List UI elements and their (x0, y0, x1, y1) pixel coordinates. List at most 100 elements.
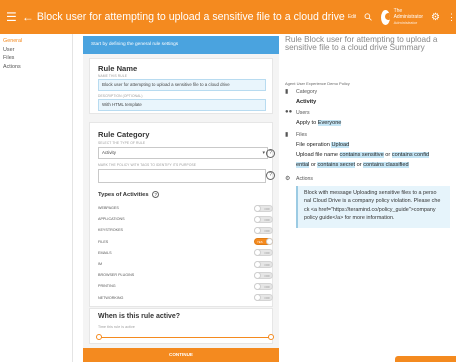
rule-type-select[interactable]: Activity ▾ (98, 147, 268, 159)
activity-toggle[interactable]: OFF (254, 226, 273, 234)
continue-button[interactable]: CONTINUE (83, 348, 279, 362)
activity-label: WEBPAGES (98, 206, 119, 210)
users-heading: Users (296, 110, 310, 116)
description-input[interactable]: With HTML template (98, 99, 266, 111)
toggle-knob (254, 294, 261, 302)
toggle-knob (254, 226, 261, 234)
files-operation-line: File operation Upload (296, 142, 350, 148)
activity-row: IM OFF (98, 259, 273, 269)
rule-category-card: Rule Category SELECT THE TYPE OF RULE Ac… (89, 122, 275, 307)
page-title: Block user for attempting to upload a se… (36, 11, 357, 23)
toggle-state: OFF (264, 284, 270, 289)
category-value: Activity (296, 99, 317, 105)
activity-toggle[interactable]: OFF (254, 271, 273, 279)
action-message: Block with message Uploading sensitive f… (304, 190, 441, 222)
activity-label: NETWORKING (98, 295, 124, 300)
nav-divider (72, 34, 73, 362)
activity-toggle[interactable]: YES (254, 238, 273, 246)
summary-title: Rule Block user for attempting to upload… (285, 35, 438, 53)
toggle-state: OFF (264, 273, 270, 278)
nav-item-general[interactable]: General (0, 37, 72, 46)
activity-row: KEYSTROKES OFF (98, 225, 273, 235)
rule-active-card: When is this rule active? Time this rule… (89, 308, 274, 344)
more-menu-icon[interactable]: ⋮ (447, 12, 456, 23)
activity-label: APPLICATIONS (98, 217, 125, 222)
rule-name-label: NAME THIS RULE (98, 74, 128, 78)
toggle-state: OFF (264, 251, 270, 256)
form-banner: Start by defining the general rule setti… (83, 36, 279, 54)
back-arrow-icon[interactable]: ← (22, 10, 34, 24)
activity-label: FILES (98, 239, 109, 244)
toggle-state: OFF (264, 206, 270, 211)
nav-item-actions[interactable]: Actions (0, 63, 72, 72)
files-condition-line-1: Upload file name contains sensitive or c… (296, 152, 430, 158)
users-line: Apply to Everyone (296, 120, 342, 126)
document-icon: ▮ (285, 89, 289, 95)
activity-label: PRINTING (98, 284, 116, 289)
toggle-state: YES (257, 240, 263, 245)
toggle-knob (254, 282, 261, 290)
activity-label: BROWSER PLUGINS (98, 273, 135, 278)
corner-button[interactable] (395, 356, 456, 362)
hamburger-menu-icon[interactable]: ☰ (6, 11, 18, 23)
description-label: DESCRIPTION (OPTIONAL) (98, 94, 143, 98)
toggle-state: OFF (264, 217, 270, 222)
toggle-state: OFF (264, 228, 270, 233)
activity-label: KEYSTROKES (98, 228, 124, 233)
help-icon[interactable]: ? (152, 191, 160, 198)
toggle-state: OFF (264, 296, 270, 301)
files-heading: Files (296, 132, 307, 138)
user-name[interactable]: The Administrator Administrator (394, 8, 423, 26)
activity-toggle[interactable]: OFF (254, 260, 273, 268)
activity-row: PRINTING OFF (98, 281, 273, 291)
top-bar: ☰ ← Block user for attempting to upload … (0, 0, 456, 34)
activity-label: EMAILS (98, 250, 112, 255)
activity-row: EMAILS OFF (98, 248, 273, 258)
files-condition-line-2: ential or contains secret or contains cl… (296, 162, 409, 168)
activity-toggle[interactable]: OFF (254, 294, 273, 302)
toggle-state: OFF (264, 262, 270, 267)
time-slider-start-handle[interactable] (96, 334, 102, 340)
rule-type-label: SELECT THE TYPE OF RULE (98, 141, 146, 145)
help-icon[interactable]: ? (266, 149, 275, 158)
time-slider-track[interactable] (99, 337, 271, 338)
rule-category-title: Rule Category (98, 130, 150, 139)
summary-subtitle: Agent User Experience Demo Policy (285, 81, 350, 86)
rule-active-title: When is this rule active? (98, 313, 181, 320)
activity-toggle[interactable]: OFF (254, 282, 273, 290)
nav-item-files[interactable]: Files (0, 54, 72, 63)
activity-row: BROWSER PLUGINS OFF (98, 270, 273, 280)
toggle-knob (254, 249, 261, 257)
action-message-box: Block with message Uploading sensitive f… (296, 186, 450, 228)
help-icon[interactable]: ? (266, 171, 275, 180)
toggle-knob (266, 238, 273, 246)
file-icon: ▮ (285, 132, 289, 138)
time-slider-end-handle[interactable] (268, 334, 274, 340)
activity-row: NETWORKING OFF (98, 293, 273, 303)
rule-form: Start by defining the general rule setti… (83, 36, 279, 362)
activities-title: Types of Activities ? (98, 191, 160, 198)
activity-toggle[interactable]: OFF (254, 204, 273, 212)
users-icon: ●● (285, 109, 293, 115)
users-value: Everyone (317, 120, 342, 126)
search-icon[interactable] (364, 10, 373, 24)
avatar[interactable] (380, 9, 390, 25)
activity-toggle[interactable]: OFF (254, 215, 273, 223)
toggle-knob (254, 271, 261, 279)
activity-toggle[interactable]: OFF (254, 249, 273, 257)
activity-row: APPLICATIONS OFF (98, 214, 273, 224)
category-heading: Category (296, 89, 318, 95)
rule-name-input[interactable]: Block user for attempting to upload a se… (98, 79, 266, 91)
actions-heading: Actions (296, 176, 314, 182)
rule-type-value: Activity (102, 150, 116, 155)
left-nav: General User Files Actions (0, 34, 72, 362)
nav-item-user[interactable]: User (0, 46, 72, 55)
activity-label: IM (98, 262, 103, 266)
activity-row: FILES YES (98, 237, 273, 247)
toggle-knob (254, 204, 261, 212)
gear-icon[interactable]: ⚙ (431, 12, 440, 23)
chevron-down-icon: ▾ (262, 150, 265, 156)
tags-input[interactable] (98, 169, 266, 183)
rule-summary: Rule Block user for attempting to upload… (285, 35, 456, 362)
rule-active-label: Time this rule is active (98, 325, 135, 329)
